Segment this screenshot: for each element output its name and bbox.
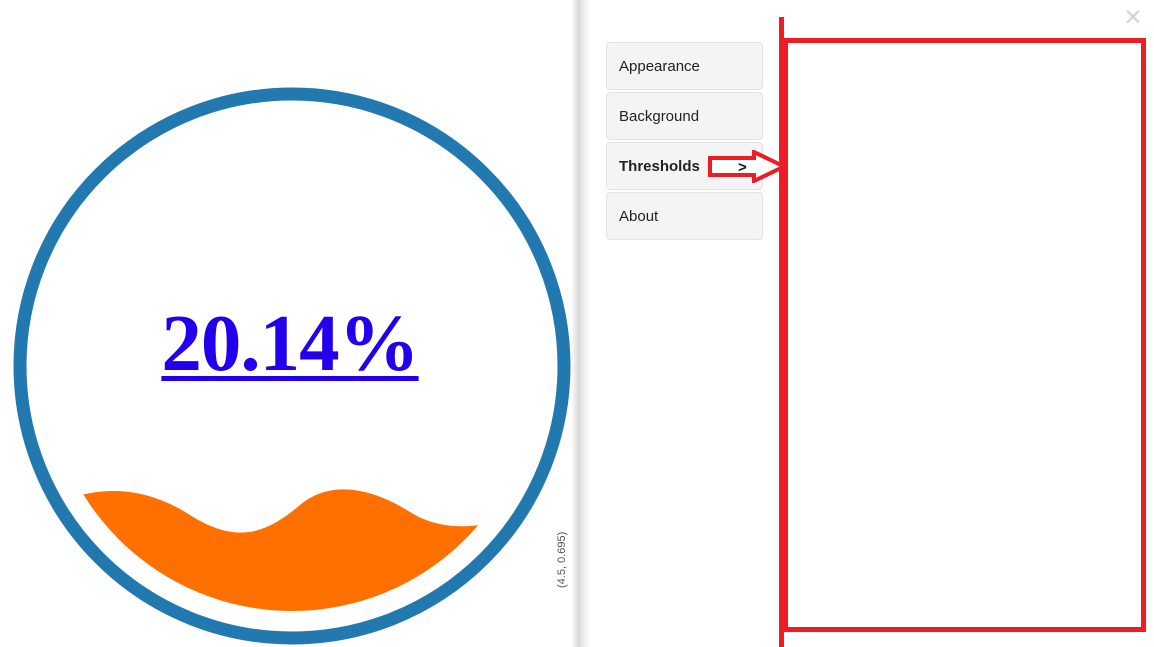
gauge-value-label: 20.14% (161, 298, 419, 388)
settings-panel: ✕ Appearance Background Thresholds About… (589, 0, 1154, 647)
gauge-value-text: 20.14% (0, 303, 580, 384)
tab-appearance-label: Appearance (619, 57, 700, 75)
app-root: 20.14% (4.5, 0.695) ✕ Appearance Backgro… (0, 0, 1154, 647)
annotation-arrow-glyph: > (738, 159, 747, 176)
wave-gauge-visualization: 20.14% (4.5, 0.695) (0, 0, 580, 647)
tab-background[interactable]: Background (606, 92, 763, 140)
panel-tab-list: Appearance Background Thresholds About (606, 42, 763, 242)
tab-thresholds-label: Thresholds (619, 157, 700, 175)
tab-background-label: Background (619, 107, 700, 125)
tab-appearance[interactable]: Appearance (606, 42, 763, 90)
panel-left-shadow (571, 0, 591, 647)
annotation-vertical-line (779, 17, 784, 647)
tab-about[interactable]: About (606, 192, 763, 240)
annotation-arrow-icon: > (708, 150, 786, 183)
close-icon[interactable]: ✕ (1120, 4, 1146, 30)
tab-about-label: About (619, 207, 659, 225)
axis-coordinate-note: (4.5, 0.695) (556, 531, 568, 588)
